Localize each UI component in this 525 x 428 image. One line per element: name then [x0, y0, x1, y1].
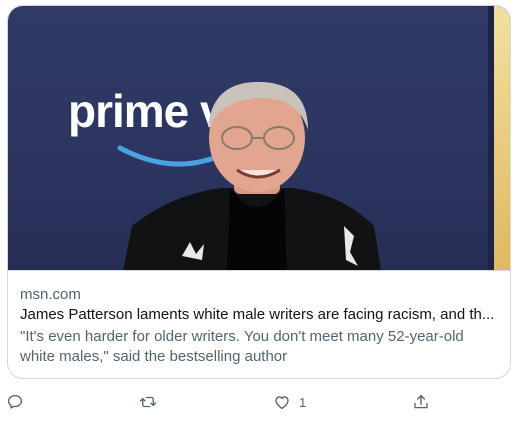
article-title[interactable]: James Patterson laments white male write… [20, 305, 498, 325]
retweet-button[interactable] [139, 388, 157, 416]
reply-button[interactable] [6, 388, 24, 416]
like-count: 1 [299, 394, 307, 410]
card-meta[interactable]: msn.com James Patterson laments white ma… [8, 270, 510, 378]
article-description: "It's even harder for older writers. You… [20, 328, 464, 365]
link-preview-card[interactable]: prime vi msn.com James Patterson laments… [7, 5, 511, 379]
share-icon [414, 394, 428, 409]
reply-icon [7, 394, 23, 409]
article-image[interactable]: prime vi [8, 6, 510, 270]
tweet-actions: 1 [0, 388, 525, 416]
person-photo [123, 81, 382, 270]
retweet-icon [139, 396, 157, 408]
heart-icon [275, 396, 289, 410]
share-button[interactable] [412, 388, 430, 416]
image-edge-gold [494, 6, 510, 270]
link-domain: msn.com [20, 286, 81, 303]
like-button[interactable]: 1 [273, 388, 306, 416]
